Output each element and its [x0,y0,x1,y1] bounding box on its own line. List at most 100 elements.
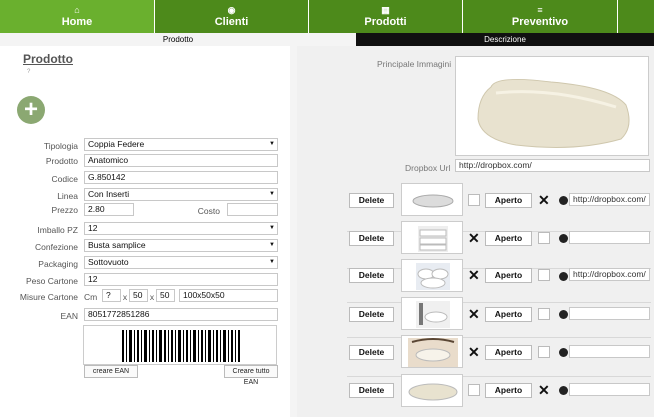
row-url-field[interactable] [569,231,650,244]
row-url-field[interactable] [569,345,650,358]
peso-label: Peso Cartone [26,276,78,286]
codice-field[interactable]: G.850142 [84,171,278,184]
aperto-button[interactable]: Aperto [485,307,532,322]
row-divider [347,302,651,303]
tab-prodotto[interactable]: Prodotto [0,33,356,46]
products-icon: ▦ [381,4,390,15]
thumbnail-1[interactable] [401,183,463,216]
aperto-button[interactable]: Aperto [485,345,532,360]
pillow-image [416,263,450,290]
linea-select[interactable]: Con Inserti [84,188,278,201]
delete-button[interactable]: Delete [349,383,394,398]
codice-label: Codice [51,174,78,184]
close-icon[interactable]: ✕ [538,193,550,207]
product-form-panel: Prodotto ? + Tipologia Coppia Federe Pro… [0,46,290,417]
prezzo-label: Prezzo [51,205,78,215]
add-button[interactable]: + [17,96,45,124]
tab-descrizione[interactable]: Descrizione [356,33,654,46]
globe-icon [559,348,568,357]
close-icon[interactable]: ✕ [468,268,480,282]
nav-home[interactable]: ⌂ Home [0,0,155,33]
thumbnail-3[interactable] [401,259,463,292]
close-icon[interactable]: ✕ [468,231,480,245]
costo-field[interactable] [227,203,278,216]
row-checkbox[interactable] [538,346,550,358]
subtabs: Prodotto Descrizione [0,33,654,46]
plus-icon: + [23,96,38,123]
row-checkbox[interactable] [468,194,480,206]
ean-field[interactable]: 8051772851286 [84,308,278,321]
pillow-image [477,78,630,148]
close-icon[interactable]: ✕ [468,345,480,359]
pillow-image [418,226,448,252]
nav-clienti[interactable]: ◉ Clienti [155,0,309,33]
aperto-button[interactable]: Aperto [485,383,532,398]
packaging-select[interactable]: Sottovuoto [84,256,278,269]
aperto-button[interactable]: Aperto [485,268,532,283]
thumbnail-6[interactable] [401,374,463,407]
row-url-field[interactable]: http://dropbox.com/ [569,268,650,281]
home-icon: ⌂ [74,4,80,15]
thumbnail-2[interactable] [401,221,463,254]
misure-c-field[interactable]: 50 [156,289,175,302]
row-url-field[interactable]: http://dropbox.com/ [569,193,650,206]
globe-icon [559,386,568,395]
nav-prodotti[interactable]: ▦ Prodotti [309,0,463,33]
confezione-select[interactable]: Busta samplice [84,239,278,252]
aperto-button[interactable]: Aperto [485,231,532,246]
misure-a-field[interactable]: ? [102,289,121,302]
prodotto-field[interactable]: Anatomico [84,154,278,167]
close-icon[interactable]: ✕ [538,383,550,397]
ean-label: EAN [60,311,78,321]
clients-icon: ◉ [227,4,236,15]
row-checkbox[interactable] [538,308,550,320]
page-title: Prodotto [23,52,73,66]
misure-sep-2: x [149,292,155,302]
tipologia-select[interactable]: Coppia Federe [84,138,278,151]
pillow-image [408,338,458,367]
row-checkbox[interactable] [538,269,550,281]
row-url-field[interactable] [569,383,650,396]
nav-clienti-label: Clienti [214,15,249,28]
nav-home-label: Home [61,15,93,28]
row-checkbox[interactable] [468,384,480,396]
delete-button[interactable]: Delete [349,345,394,360]
misure-b-field[interactable]: 50 [129,289,148,302]
row-url-field[interactable] [569,307,650,320]
delete-button[interactable]: Delete [349,268,394,283]
nav-more[interactable] [618,0,654,33]
close-icon[interactable]: ✕ [468,307,480,321]
tipologia-label: Tipologia [43,141,78,151]
pillow-image [408,383,458,401]
dropbox-url-label: Dropbox Url [405,163,451,173]
barcode-image [83,325,277,365]
peso-field[interactable]: 12 [84,273,278,286]
create-ean-button[interactable]: creare EAN [84,365,138,378]
delete-button[interactable]: Delete [349,193,394,208]
hint-mark: ? [27,69,31,75]
imballo-label: Imballo PZ [37,225,78,235]
thumbnail-5[interactable] [401,335,463,368]
globe-icon [559,272,568,281]
linea-label: Linea [57,191,78,201]
packaging-label: Packaging [38,259,78,269]
delete-button[interactable]: Delete [349,231,394,246]
pillow-image [412,194,454,208]
dropbox-url-field[interactable]: http://dropbox.com/ [455,159,650,172]
nav-preventivo-label: Preventivo [511,15,569,28]
list-icon: ≡ [537,4,543,15]
main-nav: ⌂ Home ◉ Clienti ▦ Prodotti ≡ Preventivo [0,0,654,33]
misure-total-field[interactable]: 100x50x50 [179,289,278,302]
nav-prodotti-label: Prodotti [364,15,407,28]
imballo-select[interactable]: 12 [84,222,278,235]
images-panel: Principale Immagini Dropbox Url http://d… [297,46,654,417]
aperto-button[interactable]: Aperto [485,193,532,208]
main-image-label: Principale Immagini [377,59,452,69]
row-checkbox[interactable] [538,232,550,244]
prezzo-field[interactable]: 2.80 [84,203,134,216]
create-all-ean-button[interactable]: Creare tutto EAN [224,365,278,386]
main-image[interactable] [455,56,649,156]
delete-button[interactable]: Delete [349,307,394,322]
thumbnail-4[interactable] [401,297,463,330]
nav-preventivo[interactable]: ≡ Preventivo [463,0,618,33]
